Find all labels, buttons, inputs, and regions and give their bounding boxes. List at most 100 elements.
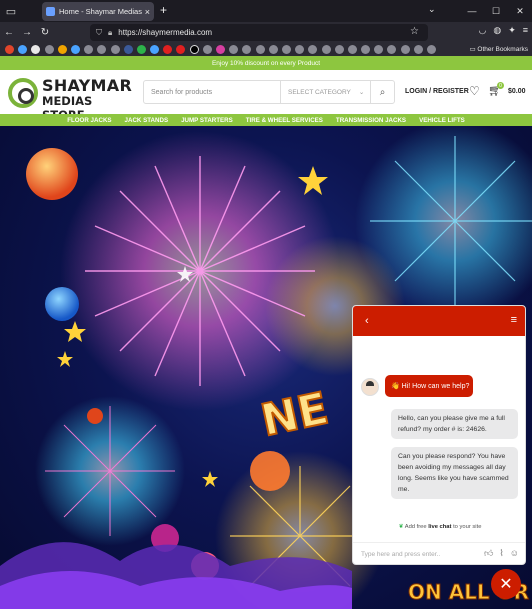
url-bar[interactable]: ⛉ 🔒︎ https://shaymermedia.com bbox=[90, 24, 428, 41]
bookmark-icon[interactable] bbox=[202, 45, 212, 54]
search-input[interactable]: Search for products bbox=[144, 89, 280, 96]
window-controls: — ☐ ✕ bbox=[460, 0, 532, 22]
category-select[interactable]: SELECT CATEGORY ⌄ bbox=[280, 81, 370, 103]
powered-suffix: to your site bbox=[451, 524, 482, 530]
tab-active[interactable]: Home - Shaymar Medias Store × bbox=[42, 2, 154, 21]
account-icon[interactable]: ◍ bbox=[493, 25, 501, 36]
bookmark-icon[interactable] bbox=[321, 45, 331, 54]
bookmarks-bar bbox=[0, 43, 532, 56]
shield-icon[interactable]: ⛉ bbox=[96, 28, 102, 38]
bookmark-icon[interactable] bbox=[229, 45, 239, 54]
bookmark-icon[interactable] bbox=[268, 45, 278, 54]
planet-orange bbox=[26, 148, 78, 200]
close-window-button[interactable]: ✕ bbox=[508, 0, 532, 22]
bookmark-icon[interactable] bbox=[97, 45, 107, 54]
chevron-down-icon: ⌄ bbox=[358, 89, 365, 96]
chat-input-actions: 👍︎ ⌇ ☺ bbox=[484, 548, 519, 559]
menu-item-jack-stands[interactable]: JACK STANDS bbox=[125, 117, 169, 124]
minimize-button[interactable]: — bbox=[460, 0, 484, 22]
logo-line1: SHAYMAR bbox=[42, 76, 133, 95]
bookmark-icon[interactable] bbox=[57, 45, 67, 54]
reload-icon[interactable]: ↻ bbox=[36, 27, 54, 38]
bookmark-icon[interactable] bbox=[400, 45, 410, 54]
category-select-label: SELECT CATEGORY bbox=[288, 88, 351, 96]
powered-prefix: Add free bbox=[404, 524, 429, 530]
bookmark-icon[interactable] bbox=[413, 45, 423, 54]
agent-avatar bbox=[361, 378, 379, 396]
bookmark-icon[interactable] bbox=[110, 45, 120, 54]
search-form: Search for products SELECT CATEGORY ⌄ ⌕ bbox=[143, 80, 395, 104]
user-message: Hello, can you please give me a full ref… bbox=[391, 409, 518, 439]
powered-by-link[interactable]: ❦ Add free live chat to your site bbox=[353, 524, 525, 530]
bookmark-icon[interactable] bbox=[18, 45, 28, 54]
forward-icon[interactable]: → bbox=[18, 27, 36, 38]
bookmark-star-icon[interactable]: ☆ bbox=[410, 26, 419, 37]
wishlist-heart-icon[interactable]: ♡ bbox=[469, 84, 480, 98]
maximize-button[interactable]: ☐ bbox=[484, 0, 508, 22]
main-menu: FLOOR JACKS JACK STANDS JUMP STARTERS TI… bbox=[0, 114, 532, 126]
bookmark-icon[interactable] bbox=[44, 45, 54, 54]
bookmark-icon[interactable] bbox=[347, 45, 357, 54]
search-icon[interactable]: ⌕ bbox=[370, 81, 394, 103]
new-tab-button[interactable]: + bbox=[160, 3, 167, 17]
bookmark-icon[interactable] bbox=[374, 45, 384, 54]
other-bookmarks-label: Other Bookmarks bbox=[477, 46, 528, 53]
user-message: Can you please respond? You have been av… bbox=[391, 447, 518, 499]
bookmark-icon[interactable] bbox=[70, 45, 80, 54]
site-logo[interactable]: SHAYMAR MEDIAS STORE bbox=[8, 76, 134, 122]
bookmark-icon[interactable] bbox=[31, 45, 41, 54]
logo-mark-icon bbox=[8, 78, 38, 108]
bookmark-icon[interactable] bbox=[136, 45, 146, 54]
bookmark-icon[interactable] bbox=[216, 45, 225, 54]
menu-item-tire-wheel-services[interactable]: TIRE & WHEEL SERVICES bbox=[246, 117, 323, 124]
hamburger-menu-icon[interactable]: ≡ bbox=[511, 314, 517, 326]
menu-item-floor-jacks[interactable]: FLOOR JACKS bbox=[67, 117, 111, 124]
promo-banner: Enjoy 10% discount on every Product bbox=[0, 56, 532, 70]
chevron-down-icon[interactable]: ⌄ bbox=[428, 4, 436, 15]
tab-list-icon[interactable]: ▭ bbox=[0, 0, 22, 22]
menu-item-vehicle-lifts[interactable]: VEHICLE LIFTS bbox=[419, 117, 465, 124]
menu-item-transmission-jacks[interactable]: TRANSMISSION JACKS bbox=[336, 117, 406, 124]
bookmark-icon[interactable] bbox=[334, 45, 344, 54]
extensions-icon[interactable]: ✦ bbox=[508, 25, 516, 36]
site-header: SHAYMAR MEDIAS STORE Search for products… bbox=[0, 70, 532, 122]
back-icon[interactable]: ← bbox=[0, 27, 18, 38]
browser-window: ▭ Home - Shaymar Medias Store × + ⌄ — ☐ … bbox=[0, 0, 532, 609]
menu-icon[interactable]: ≡ bbox=[523, 25, 528, 36]
toolbar-icons: ◡ ◍ ✦ ≡ bbox=[478, 25, 528, 36]
bookmark-icon[interactable] bbox=[123, 45, 133, 54]
bookmark-icon[interactable] bbox=[295, 45, 305, 54]
bookmark-icon[interactable] bbox=[255, 45, 265, 54]
bookmark-icon[interactable] bbox=[387, 45, 397, 54]
thumbs-up-icon[interactable]: 👍︎ bbox=[484, 548, 493, 559]
pocket-icon[interactable]: ◡ bbox=[478, 25, 486, 36]
bookmark-icon[interactable] bbox=[176, 45, 186, 54]
tab-title: Home - Shaymar Medias Store bbox=[59, 7, 142, 16]
bookmark-icon[interactable] bbox=[242, 45, 252, 54]
menu-item-jump-starters[interactable]: JUMP STARTERS bbox=[181, 117, 233, 124]
emoji-icon[interactable]: ☺ bbox=[510, 548, 519, 559]
url-text[interactable]: https://shaymermedia.com bbox=[118, 28, 212, 37]
powered-bold: live chat bbox=[428, 524, 452, 530]
bookmark-icon[interactable] bbox=[163, 45, 173, 54]
bookmark-icon[interactable] bbox=[361, 45, 371, 54]
cart-total[interactable]: $0.00 bbox=[508, 88, 526, 95]
bookmark-icon[interactable] bbox=[427, 45, 436, 54]
other-bookmarks[interactable]: ▭ Other Bookmarks bbox=[469, 45, 528, 53]
chat-widget: ‹ ≡ 👋 Hi! How can we help? Hello, can yo… bbox=[352, 305, 526, 565]
bookmark-icon[interactable] bbox=[281, 45, 291, 54]
bookmark-icon[interactable] bbox=[150, 45, 160, 54]
lock-icon[interactable]: 🔒︎ bbox=[108, 28, 112, 38]
cart-count-badge: 0 bbox=[497, 82, 504, 89]
bot-message: 👋 Hi! How can we help? bbox=[385, 375, 473, 397]
bookmark-icon[interactable] bbox=[308, 45, 318, 54]
paperclip-icon[interactable]: ⌇ bbox=[499, 548, 503, 559]
bookmark-icon[interactable] bbox=[84, 45, 94, 54]
tab-close-icon[interactable]: × bbox=[145, 7, 150, 17]
back-chevron-icon[interactable]: ‹ bbox=[365, 315, 369, 327]
bookmark-icon[interactable] bbox=[5, 45, 14, 54]
bookmark-icon[interactable] bbox=[189, 45, 199, 54]
login-register-link[interactable]: LOGIN / REGISTER bbox=[405, 88, 469, 95]
site-favicon-icon bbox=[46, 7, 55, 16]
close-chat-button[interactable]: ✕ bbox=[491, 569, 521, 599]
